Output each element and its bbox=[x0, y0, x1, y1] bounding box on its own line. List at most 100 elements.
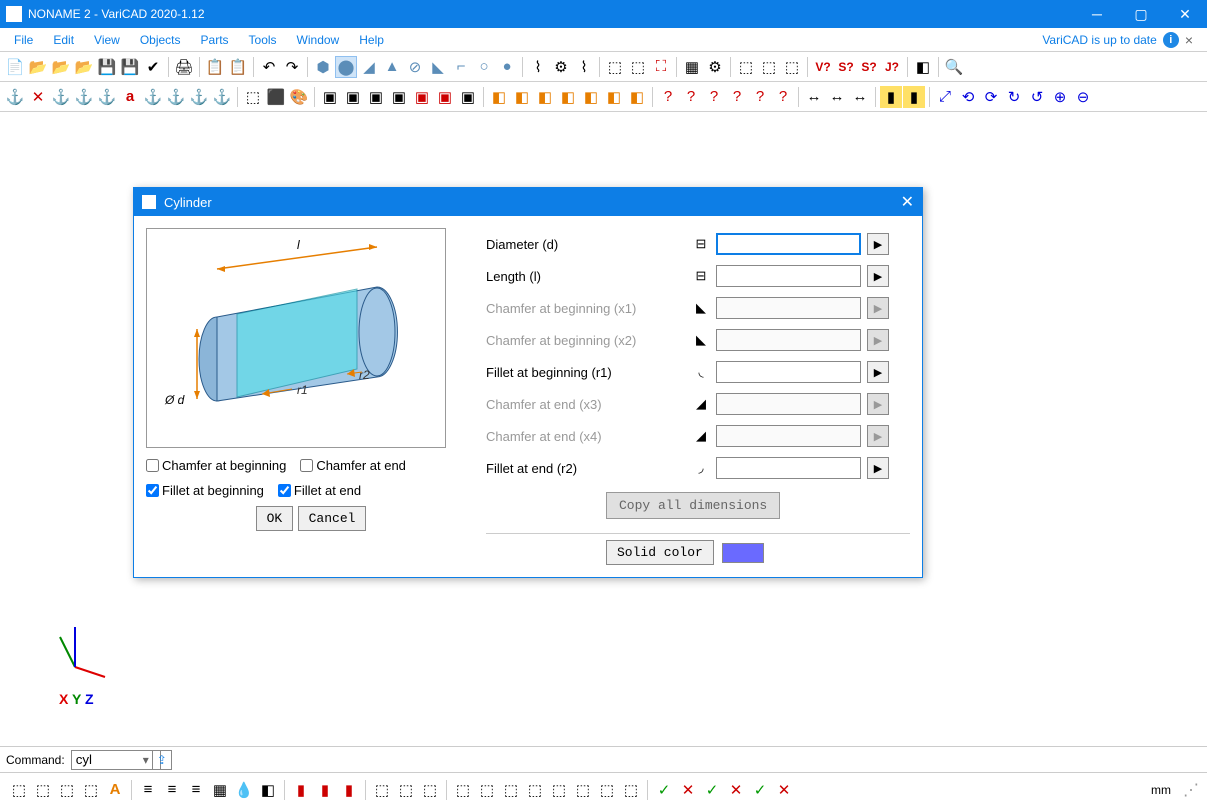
op3-icon[interactable]: ▣ bbox=[365, 86, 387, 108]
help-j-icon[interactable]: J? bbox=[881, 56, 903, 78]
canvas[interactable]: X Y Z Cylinder ✕ l bbox=[0, 112, 1207, 772]
sb-icon-27[interactable]: ✕ bbox=[677, 779, 699, 801]
q4-icon[interactable]: ? bbox=[726, 86, 748, 108]
sb-icon-12[interactable]: ▮ bbox=[290, 779, 312, 801]
wedge-icon[interactable]: ◣ bbox=[427, 56, 449, 78]
copy-dimensions-button[interactable]: Copy all dimensions bbox=[606, 492, 780, 519]
color-swatch[interactable] bbox=[722, 543, 764, 563]
sb-icon-16[interactable]: ⬚ bbox=[395, 779, 417, 801]
anchor8-icon[interactable]: ⚓ bbox=[211, 86, 233, 108]
sb-icon-7[interactable]: ≡ bbox=[161, 779, 183, 801]
fillet-r2-icon[interactable]: ◞ bbox=[692, 459, 710, 477]
unit-label[interactable]: mm bbox=[1141, 783, 1181, 797]
sb-icon-3[interactable]: ⬚ bbox=[56, 779, 78, 801]
close-button[interactable]: ✕ bbox=[1163, 0, 1207, 28]
sb-icon-25[interactable]: ⬚ bbox=[620, 779, 642, 801]
del-anchor-icon[interactable]: ✕ bbox=[27, 86, 49, 108]
command-input[interactable] bbox=[71, 750, 161, 770]
tool-g-icon[interactable]: ⬚ bbox=[758, 56, 780, 78]
gear-icon[interactable]: ⚙ bbox=[550, 56, 572, 78]
maximize-button[interactable]: ▢ bbox=[1119, 0, 1163, 28]
fillet-r1-icon[interactable]: ◟ bbox=[692, 363, 710, 381]
command-share-icon[interactable]: ⇪ bbox=[152, 750, 172, 770]
help-s2-icon[interactable]: S? bbox=[858, 56, 880, 78]
tool-a-icon[interactable]: ⬚ bbox=[604, 56, 626, 78]
tool-h-icon[interactable]: ⬚ bbox=[781, 56, 803, 78]
spring-icon[interactable]: ⌇ bbox=[527, 56, 549, 78]
menu-view[interactable]: View bbox=[84, 30, 130, 50]
sb-icon-9[interactable]: ▦ bbox=[209, 779, 231, 801]
q3-icon[interactable]: ? bbox=[703, 86, 725, 108]
diameter-icon[interactable]: ⊟ bbox=[692, 235, 710, 253]
grp6-icon[interactable]: ◧ bbox=[603, 86, 625, 108]
menu-window[interactable]: Window bbox=[287, 30, 350, 50]
q1-icon[interactable]: ? bbox=[657, 86, 679, 108]
sb-icon-17[interactable]: ⬚ bbox=[419, 779, 441, 801]
dim1-icon[interactable]: ↔ bbox=[803, 86, 825, 108]
q5-icon[interactable]: ? bbox=[749, 86, 771, 108]
sb-icon-14[interactable]: ▮ bbox=[338, 779, 360, 801]
op1-icon[interactable]: ▣ bbox=[319, 86, 341, 108]
grp2-icon[interactable]: ◧ bbox=[511, 86, 533, 108]
dialog-close-icon[interactable]: ✕ bbox=[901, 192, 914, 212]
ok-button[interactable]: OK bbox=[256, 506, 294, 531]
q2-icon[interactable]: ? bbox=[680, 86, 702, 108]
menu-file[interactable]: File bbox=[4, 30, 43, 50]
sb-icon-21[interactable]: ⬚ bbox=[524, 779, 546, 801]
sb-icon-31[interactable]: ✕ bbox=[773, 779, 795, 801]
help-s1-icon[interactable]: S? bbox=[835, 56, 857, 78]
fillet-r2-input[interactable] bbox=[716, 457, 861, 479]
tool-d-icon[interactable]: ▦ bbox=[681, 56, 703, 78]
paste-icon[interactable]: 📋 bbox=[227, 56, 249, 78]
q6-icon[interactable]: ? bbox=[772, 86, 794, 108]
y1-icon[interactable]: ▮ bbox=[880, 86, 902, 108]
menu-help[interactable]: Help bbox=[349, 30, 394, 50]
anchor4-icon[interactable]: ⚓ bbox=[96, 86, 118, 108]
sb-icon-26[interactable]: ✓ bbox=[653, 779, 675, 801]
anchor2-icon[interactable]: ⚓ bbox=[50, 86, 72, 108]
help-v-icon[interactable]: V? bbox=[812, 56, 834, 78]
sb-icon-8[interactable]: ≡ bbox=[185, 779, 207, 801]
solid-color-button[interactable]: Solid color bbox=[606, 540, 714, 565]
sb-icon-6[interactable]: ≡ bbox=[137, 779, 159, 801]
anchor5-icon[interactable]: ⚓ bbox=[142, 86, 164, 108]
fillet-r1-input[interactable] bbox=[716, 361, 861, 383]
spring2-icon[interactable]: ⌇ bbox=[573, 56, 595, 78]
palette-icon[interactable]: 🎨 bbox=[288, 86, 310, 108]
tool-f-icon[interactable]: ⬚ bbox=[735, 56, 757, 78]
sb-icon-1[interactable]: ⬚ bbox=[8, 779, 30, 801]
fillet-r1-arrow-icon[interactable]: ▶ bbox=[867, 361, 889, 383]
sb-icon-18[interactable]: ⬚ bbox=[452, 779, 474, 801]
length-icon[interactable]: ⊟ bbox=[692, 267, 710, 285]
op2-icon[interactable]: ▣ bbox=[342, 86, 364, 108]
sb-icon-4[interactable]: ⬚ bbox=[80, 779, 102, 801]
sb-icon-11[interactable]: ◧ bbox=[257, 779, 279, 801]
sb-icon-10[interactable]: 💧 bbox=[233, 779, 255, 801]
dim3-icon[interactable]: ↔ bbox=[849, 86, 871, 108]
open2-icon[interactable]: 📂 bbox=[50, 56, 72, 78]
sb-icon-23[interactable]: ⬚ bbox=[572, 779, 594, 801]
chk-fillet-end[interactable]: Fillet at end bbox=[278, 483, 361, 498]
menu-objects[interactable]: Objects bbox=[130, 30, 191, 50]
sb-icon-19[interactable]: ⬚ bbox=[476, 779, 498, 801]
dim2-icon[interactable]: ↔ bbox=[826, 86, 848, 108]
sb-icon-5[interactable]: A bbox=[104, 779, 126, 801]
sb-icon-24[interactable]: ⬚ bbox=[596, 779, 618, 801]
copy-icon[interactable]: 📋 bbox=[204, 56, 226, 78]
cylinder-icon[interactable]: ⬤ bbox=[335, 56, 357, 78]
op7-icon[interactable]: ▣ bbox=[457, 86, 479, 108]
nav3-icon[interactable]: ⟳ bbox=[980, 86, 1002, 108]
grp3-icon[interactable]: ◧ bbox=[534, 86, 556, 108]
diameter-arrow-icon[interactable]: ▶ bbox=[867, 233, 889, 255]
anchor3-icon[interactable]: ⚓ bbox=[73, 86, 95, 108]
sphere-icon[interactable]: ● bbox=[496, 56, 518, 78]
y2-icon[interactable]: ▮ bbox=[903, 86, 925, 108]
open-icon[interactable]: 📂 bbox=[27, 56, 49, 78]
new-icon[interactable]: 📄 bbox=[4, 56, 26, 78]
anchor1-icon[interactable]: ⚓ bbox=[4, 86, 26, 108]
cone-icon[interactable]: ◢ bbox=[358, 56, 380, 78]
menu-parts[interactable]: Parts bbox=[191, 30, 239, 50]
diameter-input[interactable] bbox=[716, 233, 861, 255]
menu-tools[interactable]: Tools bbox=[239, 30, 287, 50]
info-icon[interactable]: i bbox=[1163, 32, 1179, 48]
